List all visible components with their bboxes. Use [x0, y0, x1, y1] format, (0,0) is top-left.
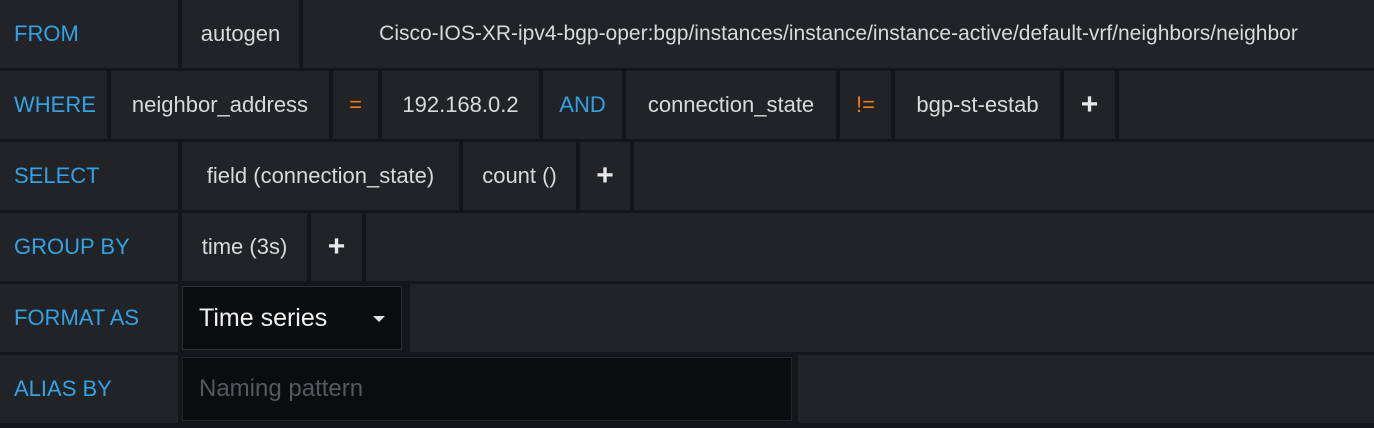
format-as-select[interactable]: Time series [182, 286, 402, 350]
retention-policy-segment[interactable]: autogen [182, 0, 299, 68]
group-by-keyword: GROUP BY [0, 213, 178, 281]
format-as-keyword: FORMAT AS [0, 284, 178, 352]
where-row-filler [1119, 71, 1374, 139]
where-operator-segment[interactable]: = [333, 71, 378, 139]
group-by-add-button[interactable]: + [311, 213, 362, 281]
query-editor: FROM autogen Cisco-IOS-XR-ipv4-bgp-oper:… [0, 0, 1374, 428]
group-by-time-segment[interactable]: time (3s) [182, 213, 307, 281]
format-as-selected-value: Time series [199, 303, 328, 332]
select-keyword: SELECT [0, 142, 178, 210]
select-count-segment[interactable]: count () [463, 142, 576, 210]
from-keyword: FROM [0, 0, 178, 68]
select-row-filler [634, 142, 1374, 210]
where-key-segment-2[interactable]: connection_state [626, 71, 836, 139]
select-row: SELECT field (connection_state) count ()… [0, 142, 1374, 210]
select-field-segment[interactable]: field (connection_state) [182, 142, 459, 210]
where-add-button[interactable]: + [1064, 71, 1115, 139]
group-by-row-filler [366, 213, 1374, 281]
where-value-segment-2[interactable]: bgp-st-estab [895, 71, 1060, 139]
alias-by-row: ALIAS BY [0, 355, 1374, 423]
alias-by-row-filler [798, 355, 1374, 423]
where-and-connector[interactable]: AND [543, 71, 622, 139]
where-operator-segment-2[interactable]: != [840, 71, 891, 139]
select-add-button[interactable]: + [580, 142, 630, 210]
format-as-row-filler [410, 284, 1374, 352]
alias-by-keyword: ALIAS BY [0, 355, 178, 423]
where-value-segment[interactable]: 192.168.0.2 [382, 71, 539, 139]
where-keyword: WHERE [0, 71, 107, 139]
caret-down-icon [373, 316, 385, 322]
format-as-row: FORMAT AS Time series [0, 284, 1374, 352]
measurement-segment[interactable]: Cisco-IOS-XR-ipv4-bgp-oper:bgp/instances… [303, 0, 1374, 68]
from-row: FROM autogen Cisco-IOS-XR-ipv4-bgp-oper:… [0, 0, 1374, 68]
where-row: WHERE neighbor_address = 192.168.0.2 AND… [0, 71, 1374, 139]
where-key-segment[interactable]: neighbor_address [111, 71, 329, 139]
group-by-row: GROUP BY time (3s) + [0, 213, 1374, 281]
alias-by-input[interactable] [182, 357, 792, 421]
